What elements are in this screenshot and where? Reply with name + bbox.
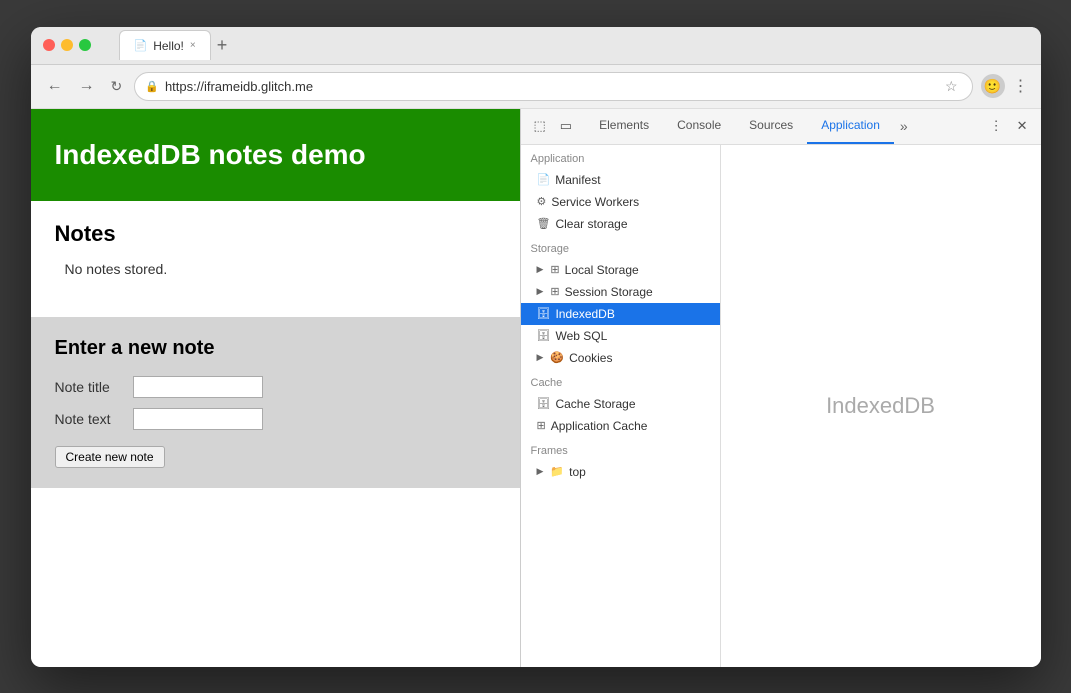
section-cache-label: Cache xyxy=(521,369,720,393)
clear-storage-label: Clear storage xyxy=(555,217,627,231)
note-title-row: Note title xyxy=(55,376,496,398)
bookmark-icon[interactable]: ☆ xyxy=(945,78,958,95)
clear-storage-icon: 🗑 xyxy=(537,217,551,230)
notes-section: Notes No notes stored. xyxy=(55,221,496,277)
tab-area: 📄 Hello! × + xyxy=(119,30,1029,60)
site-title: IndexedDB notes demo xyxy=(55,139,496,171)
tab-elements[interactable]: Elements xyxy=(585,109,663,144)
section-frames-label: Frames xyxy=(521,437,720,461)
section-application-label: Application xyxy=(521,145,720,169)
tab-application[interactable]: Application xyxy=(807,109,894,144)
manifest-label: Manifest xyxy=(555,173,600,187)
sidebar-item-cache-storage[interactable]: 🗄 Cache Storage xyxy=(521,393,720,415)
lock-icon: 🔒 xyxy=(145,80,159,93)
section-storage-label: Storage xyxy=(521,235,720,259)
manifest-icon: 📄 xyxy=(537,173,551,186)
sidebar-item-session-storage[interactable]: ▶ ⊞ Session Storage xyxy=(521,281,720,303)
profile-avatar[interactable]: 🙂 xyxy=(981,74,1005,98)
devtools-right-icons: ⋮ ✕ xyxy=(977,114,1041,138)
menu-button[interactable]: ⋮ xyxy=(1013,76,1029,96)
web-sql-icon: 🗄 xyxy=(537,329,551,342)
close-button[interactable] xyxy=(43,39,55,51)
local-storage-arrow: ▶ xyxy=(537,264,544,275)
note-title-label: Note title xyxy=(55,379,125,395)
cookies-icon: 🍪 xyxy=(550,351,564,364)
local-storage-icon: ⊞ xyxy=(550,263,559,276)
sidebar-item-web-sql[interactable]: 🗄 Web SQL xyxy=(521,325,720,347)
local-storage-label: Local Storage xyxy=(565,263,639,277)
site-content: Notes No notes stored. xyxy=(31,201,520,317)
notes-heading: Notes xyxy=(55,221,496,247)
devtools-toolbar: ⬚ ▭ Elements Console Sources Application xyxy=(521,109,1041,145)
refresh-button[interactable]: ↻ xyxy=(107,74,127,99)
note-text-label: Note text xyxy=(55,411,125,427)
titlebar: 📄 Hello! × + xyxy=(31,27,1041,65)
indexed-db-icon: 🗄 xyxy=(537,307,551,320)
session-storage-icon: ⊞ xyxy=(550,285,559,298)
site-header: IndexedDB notes demo xyxy=(31,109,520,201)
session-storage-arrow: ▶ xyxy=(537,286,544,297)
device-toolbar-button[interactable]: ▭ xyxy=(555,114,577,138)
web-sql-label: Web SQL xyxy=(555,329,607,343)
more-tabs-button[interactable]: » xyxy=(894,118,914,134)
top-frame-label: top xyxy=(569,465,586,479)
devtools-panel: ⬚ ▭ Elements Console Sources Application xyxy=(521,109,1041,667)
sidebar-item-indexed-db[interactable]: 🗄 IndexedDB xyxy=(521,303,720,325)
create-note-button[interactable]: Create new note xyxy=(55,446,165,468)
tab-title: Hello! xyxy=(153,39,184,53)
service-workers-label: Service Workers xyxy=(551,195,639,209)
url-bar[interactable]: 🔒 https://iframeidb.glitch.me ☆ xyxy=(134,72,972,101)
service-workers-icon: ⚙ xyxy=(537,195,547,208)
forward-button[interactable]: → xyxy=(75,74,99,98)
no-notes-text: No notes stored. xyxy=(55,261,496,277)
maximize-button[interactable] xyxy=(79,39,91,51)
sidebar-item-service-workers[interactable]: ⚙ Service Workers xyxy=(521,191,720,213)
app-cache-label: Application Cache xyxy=(551,419,648,433)
app-cache-icon: ⊞ xyxy=(537,419,546,432)
cookies-label: Cookies xyxy=(569,351,612,365)
devtools-close-button[interactable]: ✕ xyxy=(1012,114,1033,138)
top-frame-arrow: ▶ xyxy=(537,466,544,477)
note-title-input[interactable] xyxy=(133,376,263,398)
tab-close-button[interactable]: × xyxy=(190,40,196,51)
addressbar: ← → ↻ 🔒 https://iframeidb.glitch.me ☆ 🙂 … xyxy=(31,65,1041,109)
note-text-input[interactable] xyxy=(133,408,263,430)
tab-console[interactable]: Console xyxy=(663,109,735,144)
tab-sources[interactable]: Sources xyxy=(735,109,807,144)
devtools-content-label: IndexedDB xyxy=(826,393,935,419)
browser-viewport: IndexedDB notes demo Notes No notes stor… xyxy=(31,109,521,667)
browser-window: 📄 Hello! × + ← → ↻ 🔒 https://iframeidb.g… xyxy=(31,27,1041,667)
add-note-heading: Enter a new note xyxy=(55,337,496,360)
devtools-tabs: Elements Console Sources Application » xyxy=(585,109,977,144)
sidebar-item-top-frame[interactable]: ▶ 📁 top xyxy=(521,461,720,483)
minimize-button[interactable] xyxy=(61,39,73,51)
devtools-left-icons: ⬚ ▭ xyxy=(521,114,586,138)
cache-storage-icon: 🗄 xyxy=(537,397,551,410)
session-storage-label: Session Storage xyxy=(565,285,653,299)
note-text-row: Note text xyxy=(55,408,496,430)
sidebar-item-manifest[interactable]: 📄 Manifest xyxy=(521,169,720,191)
tab-favicon: 📄 xyxy=(134,39,148,52)
top-frame-icon: 📁 xyxy=(550,465,564,478)
back-button[interactable]: ← xyxy=(43,74,67,98)
sidebar-item-local-storage[interactable]: ▶ ⊞ Local Storage xyxy=(521,259,720,281)
devtools-options-button[interactable]: ⋮ xyxy=(985,114,1008,138)
cookies-arrow: ▶ xyxy=(537,352,544,363)
sidebar-item-cookies[interactable]: ▶ 🍪 Cookies xyxy=(521,347,720,369)
cache-storage-label: Cache Storage xyxy=(555,397,635,411)
browser-tab[interactable]: 📄 Hello! × xyxy=(119,30,211,60)
indexed-db-label: IndexedDB xyxy=(555,307,614,321)
traffic-lights xyxy=(43,39,91,51)
inspect-element-button[interactable]: ⬚ xyxy=(529,114,551,138)
add-note-section: Enter a new note Note title Note text Cr… xyxy=(31,317,520,488)
url-text: https://iframeidb.glitch.me xyxy=(165,79,313,94)
main-area: IndexedDB notes demo Notes No notes stor… xyxy=(31,109,1041,667)
new-tab-button[interactable]: + xyxy=(217,36,228,54)
devtools-sidebar: Application 📄 Manifest ⚙ Service Workers… xyxy=(521,145,721,667)
devtools-main: Application 📄 Manifest ⚙ Service Workers… xyxy=(521,145,1041,667)
sidebar-item-clear-storage[interactable]: 🗑 Clear storage xyxy=(521,213,720,235)
sidebar-item-app-cache[interactable]: ⊞ Application Cache xyxy=(521,415,720,437)
devtools-content-area: IndexedDB xyxy=(721,145,1041,667)
